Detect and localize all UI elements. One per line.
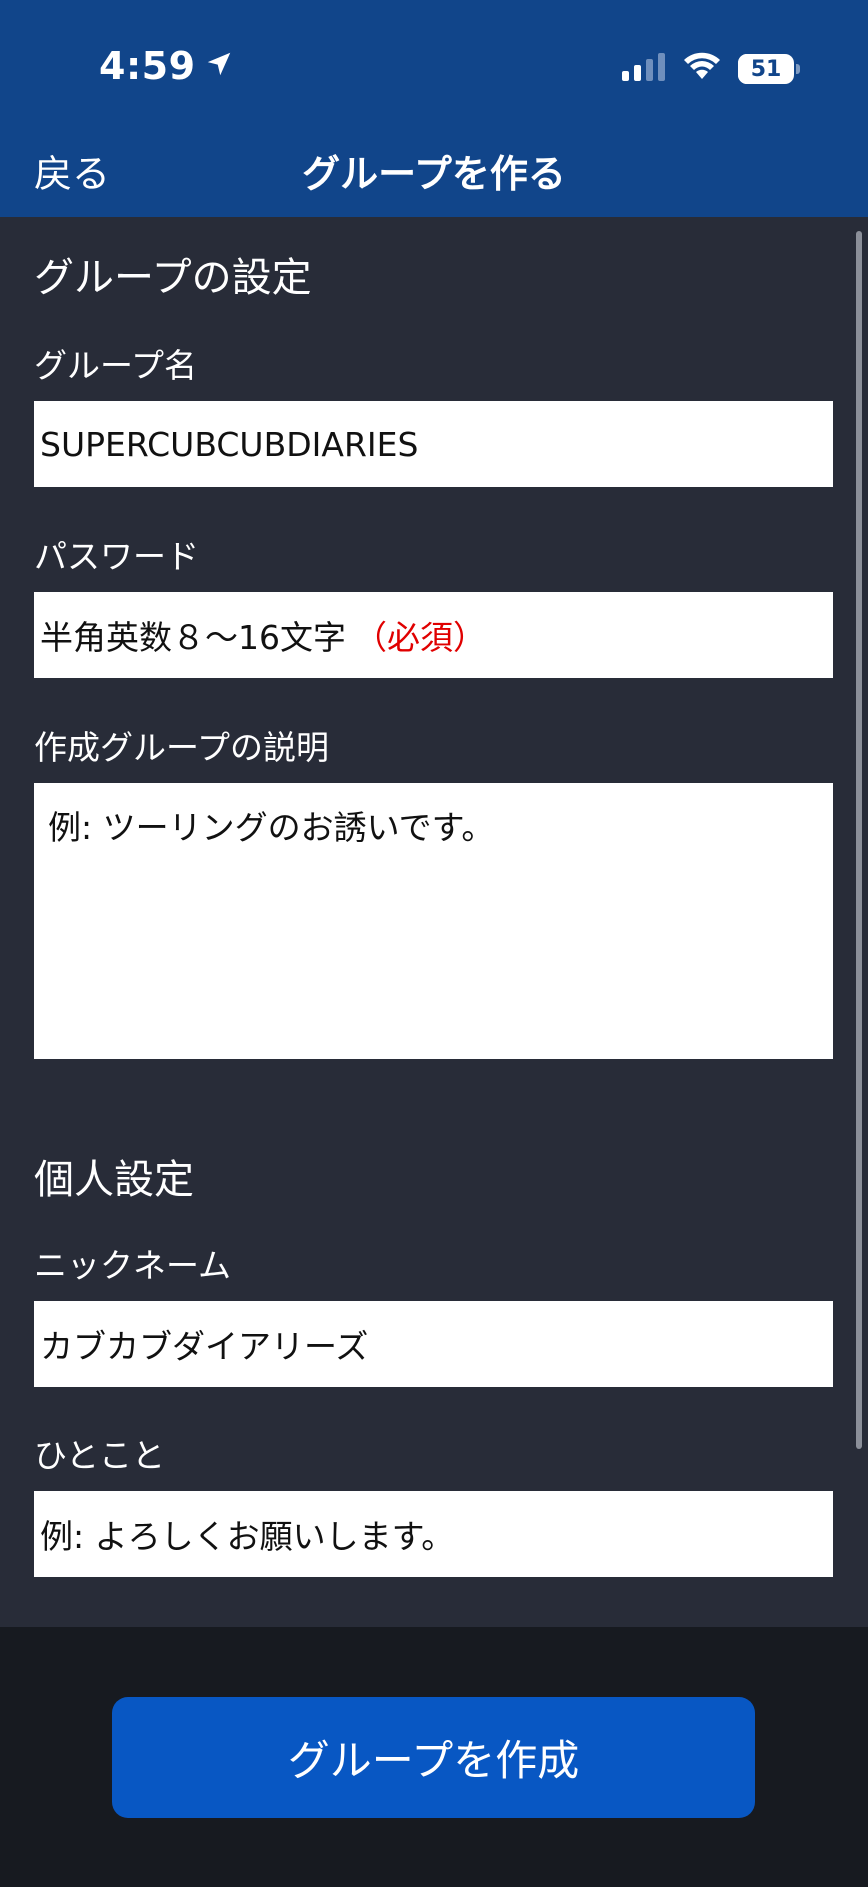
wifi-icon bbox=[682, 52, 722, 86]
group-name-value: SUPERCUBCUBDIARIES bbox=[40, 424, 419, 464]
required-note: （必須） bbox=[354, 618, 486, 657]
personal-settings-title: 個人設定 bbox=[34, 1157, 194, 1203]
cellular-signal-icon bbox=[622, 53, 666, 85]
status-time-text: 4:59 bbox=[99, 44, 196, 88]
bottom-bar: グループを作成 bbox=[0, 1627, 868, 1887]
status-time: 4:59 bbox=[99, 44, 234, 88]
nickname-label: ニックネーム bbox=[34, 1246, 232, 1285]
description-textarea[interactable]: 例: ツーリングのお誘いです。 bbox=[34, 783, 833, 1059]
password-input[interactable]: 半角英数８〜16文字 （必須） bbox=[34, 592, 833, 678]
password-label: パスワード bbox=[34, 537, 199, 576]
password-placeholder: 半角英数８〜16文字 bbox=[40, 618, 346, 657]
comment-label: ひとこと bbox=[34, 1436, 166, 1475]
create-group-button[interactable]: グループを作成 bbox=[112, 1697, 755, 1818]
page-title: グループを作る bbox=[302, 152, 566, 196]
group-name-input[interactable]: SUPERCUBCUBDIARIES bbox=[34, 401, 833, 487]
comment-input[interactable]: 例: よろしくお願いします。 bbox=[34, 1491, 833, 1577]
create-group-screen: 4:59 51 グループを作る 戻る グループの設定 グループ名 SUPERCU… bbox=[0, 0, 868, 1887]
scrollbar[interactable] bbox=[856, 231, 862, 1449]
form-content: グループの設定 グループ名 SUPERCUBCUBDIARIES パスワード 半… bbox=[0, 217, 868, 1627]
nickname-input[interactable]: カブカブダイアリーズ bbox=[34, 1301, 833, 1387]
battery-icon: 51 bbox=[738, 54, 800, 84]
group-settings-title: グループの設定 bbox=[34, 255, 312, 301]
location-arrow-icon bbox=[204, 44, 234, 88]
comment-placeholder: 例: よろしくお願いします。 bbox=[40, 1517, 455, 1556]
group-name-label: グループ名 bbox=[34, 346, 198, 385]
header: 4:59 51 グループを作る 戻る bbox=[0, 0, 868, 217]
description-placeholder: 例: ツーリングのお誘いです。 bbox=[48, 808, 495, 847]
battery-percent: 51 bbox=[750, 56, 782, 82]
nickname-value: カブカブダイアリーズ bbox=[40, 1327, 369, 1366]
back-button[interactable]: 戻る bbox=[34, 143, 110, 198]
status-indicators: 51 bbox=[622, 52, 800, 86]
description-label: 作成グループの説明 bbox=[34, 728, 330, 767]
battery-cap bbox=[796, 64, 800, 74]
